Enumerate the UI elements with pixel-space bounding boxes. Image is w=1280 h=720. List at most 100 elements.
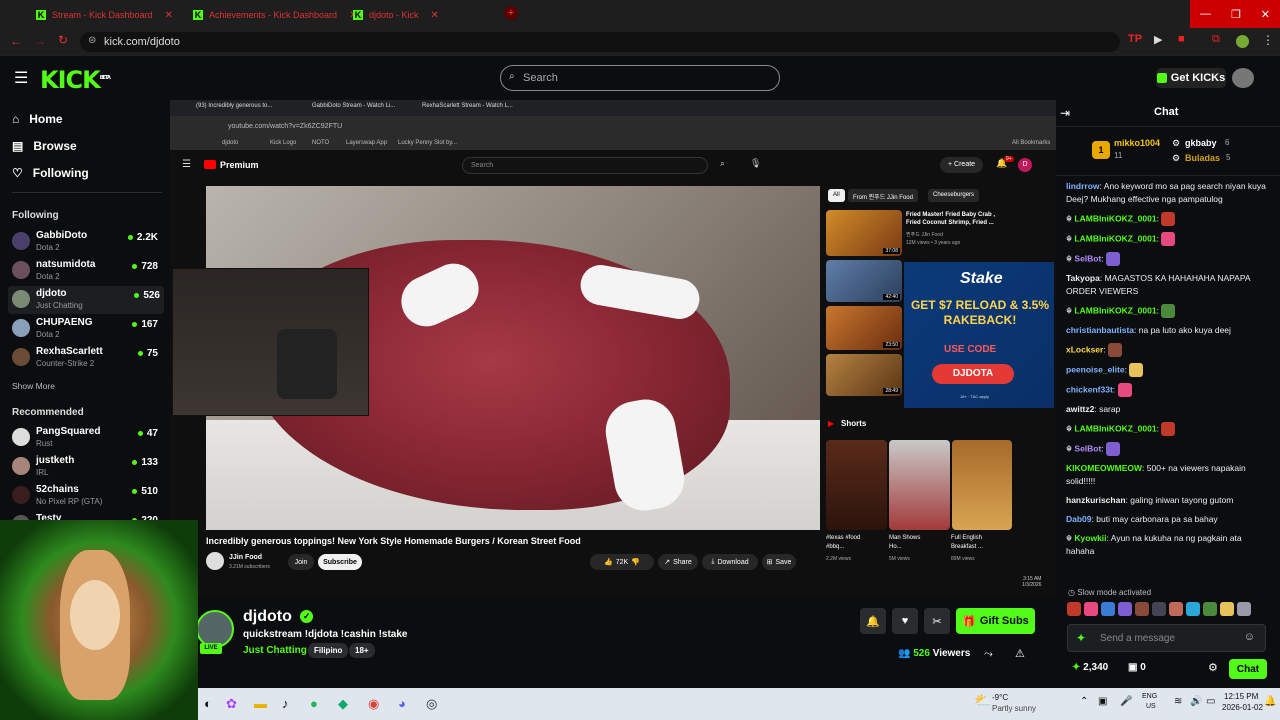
kebab-menu-icon[interactable]: ⋮ bbox=[1262, 33, 1274, 47]
sidebar-item-home[interactable]: ⌂ Home bbox=[12, 112, 63, 126]
close-icon[interactable]: ✕ bbox=[165, 10, 173, 21]
collapse-chat-icon[interactable]: ⇥ bbox=[1060, 106, 1070, 120]
clip-button[interactable]: ✂ bbox=[924, 608, 950, 634]
get-kicks-button[interactable]: Get KICKs bbox=[1156, 68, 1226, 88]
stream-tag[interactable]: Filipino bbox=[308, 643, 349, 658]
site-info-icon[interactable]: ⊜ bbox=[88, 35, 96, 46]
chat-username[interactable]: lindrrow bbox=[1066, 181, 1100, 191]
extensions-puzzle-icon[interactable]: ⧉ bbox=[1212, 33, 1220, 46]
clock-time[interactable]: 12:15 PM bbox=[1224, 692, 1258, 701]
spotify-icon[interactable]: ● bbox=[310, 696, 318, 711]
user-avatar[interactable] bbox=[1232, 68, 1254, 88]
notifications-icon[interactable]: 🔔 bbox=[1264, 696, 1276, 707]
extension-play-icon[interactable]: ▶ bbox=[1154, 33, 1162, 46]
chrome-icon[interactable]: ◉ bbox=[368, 696, 379, 712]
minimize-icon[interactable]: — bbox=[1200, 8, 1211, 20]
maximize-icon[interactable]: ❐ bbox=[1231, 8, 1241, 21]
stream-tag[interactable]: 18+ bbox=[349, 643, 375, 658]
chat-username[interactable]: LAMBIniKOKZ_0001 bbox=[1074, 233, 1156, 243]
app-icon[interactable]: ◆ bbox=[338, 696, 348, 712]
chat-username[interactable]: LAMBIniKOKZ_0001 bbox=[1074, 305, 1156, 315]
gift-subs-button[interactable]: 🎁 Gift Subs bbox=[956, 608, 1035, 634]
emote-icon[interactable] bbox=[1067, 602, 1081, 616]
chat-send-button[interactable]: Chat bbox=[1229, 659, 1267, 679]
chat-username[interactable]: awittz2 bbox=[1066, 404, 1094, 414]
streamer-name[interactable]: djdoto ✓ bbox=[243, 608, 314, 626]
extension-icon[interactable]: ■ bbox=[1178, 33, 1185, 45]
following-channel[interactable]: RexhaScarlett Counter-Strike 2 75 bbox=[12, 344, 162, 372]
show-more-link[interactable]: Show More bbox=[12, 381, 55, 391]
emote-icon[interactable] bbox=[1084, 602, 1098, 616]
emote-icon[interactable] bbox=[1237, 602, 1251, 616]
chat-username[interactable]: xLockser bbox=[1066, 344, 1103, 354]
chat-username[interactable]: chickenf33t bbox=[1066, 384, 1113, 394]
stream-category-link[interactable]: Just Chatting bbox=[243, 645, 307, 656]
emote-icon[interactable] bbox=[1203, 602, 1217, 616]
emote-icon[interactable] bbox=[1152, 602, 1166, 616]
share-icon[interactable]: ⤳ bbox=[984, 648, 993, 661]
microphone-icon[interactable]: 🎤 bbox=[1120, 696, 1132, 707]
settings-gear-icon[interactable]: ⚙ bbox=[1208, 661, 1218, 674]
emote-icon[interactable] bbox=[1186, 602, 1200, 616]
notification-bell-button[interactable]: 🔔 bbox=[860, 608, 886, 634]
emote-icon[interactable] bbox=[1169, 602, 1183, 616]
report-icon[interactable]: ⚠ bbox=[1015, 647, 1025, 660]
tiktok-icon[interactable]: ♪ bbox=[282, 696, 289, 711]
language-code[interactable]: ENG bbox=[1142, 693, 1157, 700]
chat-message-input[interactable]: ✦ Send a message ☺ bbox=[1067, 624, 1266, 652]
chat-username[interactable]: hanzkurischan bbox=[1066, 495, 1126, 505]
close-window-icon[interactable]: ✕ bbox=[1261, 8, 1270, 21]
emoji-picker-icon[interactable]: ☺ bbox=[1244, 631, 1255, 643]
chat-username[interactable]: LAMBIniKOKZ_0001 bbox=[1074, 213, 1156, 223]
volume-icon[interactable]: 🔊 bbox=[1190, 696, 1202, 707]
emote-icon[interactable] bbox=[1220, 602, 1234, 616]
following-channel-active[interactable]: djdoto Just Chatting 526 bbox=[8, 286, 164, 314]
taskbar-app-icon[interactable]: ◐ bbox=[204, 696, 212, 711]
chat-username[interactable]: KIKOMEOWMEOW bbox=[1066, 463, 1142, 473]
reload-icon[interactable]: ↻ bbox=[58, 33, 68, 47]
wifi-icon[interactable]: ≋ bbox=[1174, 696, 1182, 707]
emote-icon[interactable] bbox=[1101, 602, 1115, 616]
kick-logo[interactable]: KICKBETA bbox=[40, 66, 111, 94]
hamburger-menu-icon[interactable]: ☰ bbox=[14, 68, 28, 88]
weather-icon[interactable]: ⛅ bbox=[974, 692, 991, 709]
back-icon[interactable]: ← bbox=[10, 34, 22, 48]
recommended-channel[interactable]: justketh IRL 133 bbox=[12, 453, 162, 481]
browser-tab-active[interactable]: K djdoto - Kick ✕ bbox=[345, 4, 447, 26]
chat-username[interactable]: Takyopa bbox=[1066, 273, 1100, 283]
close-icon[interactable]: ✕ bbox=[431, 10, 439, 21]
search-input[interactable]: ⌕ Search bbox=[500, 65, 780, 91]
chat-username[interactable]: Dab09 bbox=[1066, 514, 1092, 524]
emote-icon[interactable] bbox=[1135, 602, 1149, 616]
profile-avatar[interactable] bbox=[1236, 35, 1249, 48]
chat-username[interactable]: SelBot bbox=[1074, 443, 1101, 453]
discord-icon[interactable]: ◕ bbox=[398, 696, 406, 711]
chat-username[interactable]: LAMBIniKOKZ_0001 bbox=[1074, 423, 1156, 433]
sidebar-item-following[interactable]: ♡ Following bbox=[12, 166, 89, 180]
recommended-channel[interactable]: 52chains No Pixel RP (GTA) 510 bbox=[12, 482, 162, 510]
chat-username[interactable]: peenoise_elite bbox=[1066, 364, 1125, 374]
following-channel[interactable]: CHUPAENG Dota 2 167 bbox=[12, 315, 162, 343]
chat-username[interactable]: christianbautista bbox=[1066, 325, 1134, 335]
copilot-icon[interactable]: ✿ bbox=[226, 696, 237, 712]
tray-chevron-icon[interactable]: ⌃ bbox=[1080, 696, 1088, 707]
forward-icon[interactable]: → bbox=[34, 34, 46, 48]
following-channel[interactable]: natsumidota Dota 2 728 bbox=[12, 257, 162, 285]
browser-tab[interactable]: K Stream - Kick Dashboard ✕ bbox=[28, 4, 181, 26]
new-tab-icon[interactable]: + bbox=[504, 6, 518, 20]
recommended-channel[interactable]: PangSquared Rust 47 bbox=[12, 424, 162, 452]
emote-icon[interactable] bbox=[1118, 602, 1132, 616]
inventory-count[interactable]: ▣ 0 bbox=[1128, 662, 1146, 673]
battery-icon[interactable]: ▭ bbox=[1206, 696, 1215, 707]
extension-icon[interactable]: TP bbox=[1128, 33, 1142, 45]
file-explorer-icon[interactable]: ▬ bbox=[254, 696, 267, 711]
channel-points[interactable]: ✦ 2,340 bbox=[1072, 662, 1108, 673]
chat-username[interactable]: Kyowkii bbox=[1074, 533, 1106, 543]
sidebar-item-browse[interactable]: ▤ Browse bbox=[12, 139, 77, 153]
tray-app-icon[interactable]: ▣ bbox=[1098, 696, 1107, 707]
chat-username[interactable]: SelBot bbox=[1074, 253, 1101, 263]
following-channel[interactable]: GabbiDoto Dota 2 2.2K bbox=[12, 228, 162, 256]
steam-icon[interactable]: ◎ bbox=[426, 696, 437, 712]
url-field[interactable]: ⊜ kick.com/djdoto bbox=[80, 32, 1120, 52]
browser-tab[interactable]: K Achievements - Kick Dashboard ✕ bbox=[185, 4, 365, 26]
